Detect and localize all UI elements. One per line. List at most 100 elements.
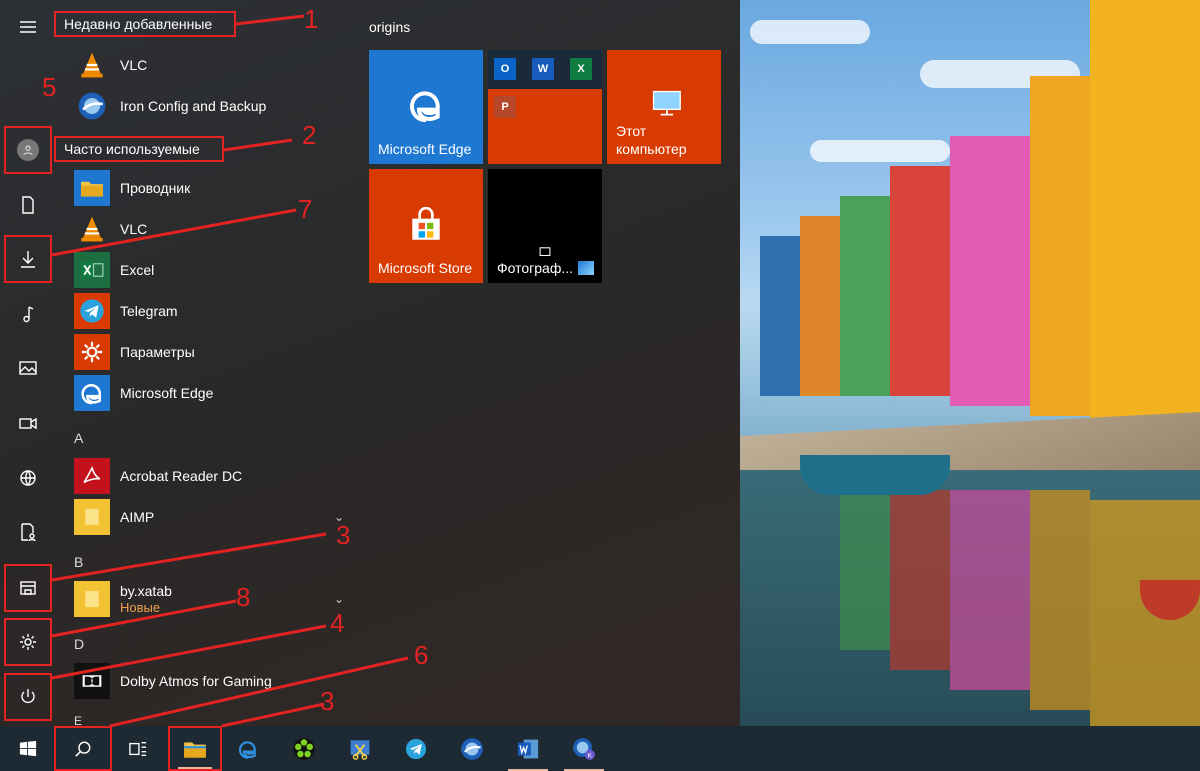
downloads-button[interactable] (4, 235, 52, 283)
new-badge: Новые (120, 599, 161, 615)
user-document-icon (21, 523, 36, 542)
app-label: Параметры (120, 344, 195, 360)
powerpoint-icon: P (494, 96, 516, 118)
iron-config-icon (74, 88, 110, 124)
edge-icon (74, 375, 110, 411)
taskbar-file-explorer[interactable] (168, 726, 222, 771)
tile-office-folder[interactable]: O W X P (488, 50, 602, 164)
taskbar-edge[interactable] (220, 726, 276, 771)
app-label: Iron Config and Backup (120, 98, 267, 114)
acrobat-icon (74, 458, 110, 494)
tile-this-pc[interactable]: Этот компьютер (607, 50, 721, 164)
globe-icon (20, 470, 36, 486)
music-button[interactable] (4, 292, 52, 336)
app-label: Dolby Atmos for Gaming (120, 673, 272, 689)
letter-header-d[interactable]: D (74, 636, 84, 652)
avatar (17, 139, 39, 161)
telegram-icon (405, 738, 427, 759)
app-label: VLC (120, 221, 148, 237)
app-label: by.xatab (120, 582, 172, 599)
download-icon (21, 251, 35, 268)
music-note-icon (23, 306, 34, 323)
app-label: Microsoft Edge (120, 385, 214, 401)
tile-label: Microsoft Edge (378, 140, 472, 157)
tile-microsoft-store[interactable]: Microsoft Store (369, 169, 483, 283)
tile-group-title[interactable]: origins (369, 19, 410, 35)
file-explorer-rail-button[interactable] (4, 564, 52, 612)
task-view-icon (129, 741, 147, 756)
folder-icon (74, 581, 110, 617)
user-account-button[interactable] (4, 126, 52, 174)
user-folder-button[interactable] (4, 510, 52, 554)
annotation-number: 6 (414, 640, 429, 670)
edge-icon (238, 740, 256, 759)
hamburger-menu-button[interactable] (4, 5, 52, 49)
list-item-telegram[interactable]: Telegram (74, 292, 354, 330)
list-item-acrobat[interactable]: Acrobat Reader DC (74, 457, 354, 495)
list-item-excel[interactable]: Excel (74, 251, 354, 289)
app-label: Excel (120, 262, 155, 278)
frequently-used-header[interactable]: Часто используемые (54, 136, 224, 162)
app-label: VLC (120, 57, 148, 73)
recently-added-header[interactable]: Недавно добавленные (54, 11, 236, 37)
taskbar-iron-config-k[interactable]: K (556, 726, 612, 771)
taskbar-word[interactable] (500, 726, 556, 771)
gear-icon (74, 334, 110, 370)
app-label: Проводник (120, 180, 191, 196)
user-icon (23, 145, 33, 156)
documents-button[interactable] (4, 183, 52, 227)
start-rail (0, 0, 56, 726)
search-button[interactable] (54, 726, 112, 771)
gear-icon (20, 634, 36, 650)
flower-icon (293, 737, 315, 760)
tile-label: Фотограф... (497, 259, 574, 276)
list-item-xatab[interactable]: by.xatab Новые ⌄ (74, 580, 354, 618)
telegram-icon (74, 293, 110, 329)
photo-thumbnail-icon (578, 261, 594, 275)
photos-icon (539, 247, 551, 257)
search-icon (75, 741, 91, 757)
taskbar-telegram[interactable] (388, 726, 444, 771)
taskbar-iron-config[interactable] (444, 726, 500, 771)
list-item-vlc-recent[interactable]: VLC (74, 46, 354, 84)
word-icon (517, 739, 539, 758)
windows-logo-icon (19, 740, 37, 756)
folder-icon (184, 742, 206, 758)
video-icon (19, 417, 37, 430)
explorer-icon (20, 581, 36, 595)
hamburger-icon (20, 21, 36, 33)
letter-header-b[interactable]: B (74, 554, 83, 570)
app-label: Acrobat Reader DC (120, 468, 243, 484)
outlook-icon: O (494, 58, 516, 80)
power-button[interactable] (4, 673, 52, 721)
annotation-number: 3 (336, 520, 351, 550)
folder-icon (74, 170, 110, 206)
annotation-number: 4 (330, 608, 345, 638)
tile-microsoft-edge[interactable]: Microsoft Edge (369, 50, 483, 164)
list-item-aimp[interactable]: AIMP ⌄ (74, 498, 354, 536)
power-icon (21, 689, 35, 704)
task-view-button[interactable] (110, 726, 166, 771)
pictures-button[interactable] (4, 346, 52, 390)
chevron-down-icon[interactable]: ⌄ (334, 592, 344, 606)
network-button[interactable] (4, 456, 52, 500)
taskbar-icq[interactable] (276, 726, 332, 771)
list-item-dolby[interactable]: Dolby Atmos for Gaming (74, 662, 354, 700)
app-list: Недавно добавленные VLC Iron Config and … (54, 0, 356, 728)
list-item-settings[interactable]: Параметры (74, 333, 354, 371)
annotation-number: 2 (302, 120, 317, 150)
folder-icon (74, 499, 110, 535)
settings-rail-button[interactable] (4, 618, 52, 666)
letter-header-a[interactable]: A (74, 430, 83, 446)
app-label: Telegram (120, 303, 178, 319)
scissors-icon (350, 739, 370, 760)
start-button[interactable] (0, 726, 56, 771)
videos-button[interactable] (4, 401, 52, 445)
edge-icon (410, 91, 440, 123)
vlc-icon (74, 211, 110, 247)
picture-icon (19, 361, 37, 375)
word-icon: W (532, 58, 554, 80)
tile-photos[interactable]: Фотограф... (488, 169, 602, 283)
list-item-edge[interactable]: Microsoft Edge (74, 374, 354, 412)
taskbar-snipping-tool[interactable] (332, 726, 388, 771)
